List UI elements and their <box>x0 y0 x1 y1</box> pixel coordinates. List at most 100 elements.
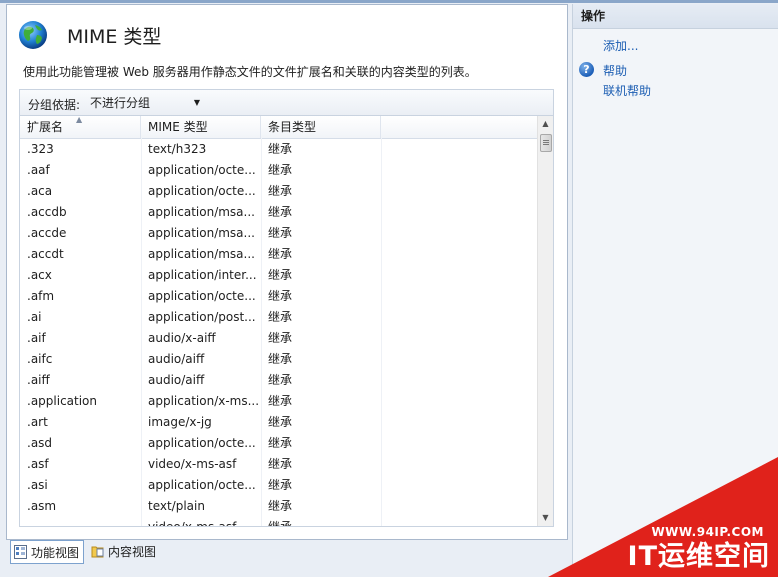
mime-type-cell: application/octe... <box>148 289 256 303</box>
extension-cell <box>20 517 141 526</box>
table-row[interactable]: .accdt application/msa... 继承 <box>20 244 538 265</box>
mime-type-cell: video/x-ms-asf <box>148 457 237 471</box>
mime-type-cell: application/msa... <box>148 205 255 219</box>
mime-type-cell: audio/x-aiff <box>148 331 216 345</box>
entry-type-cell: 继承 <box>268 226 293 240</box>
actions-header: 操作 <box>573 4 778 29</box>
table-row[interactable]: .aiff audio/aiff 继承 <box>20 370 538 391</box>
entry-type-cell: 继承 <box>268 205 293 219</box>
extension-cell: .accdt <box>27 247 64 261</box>
entry-type-cell: 继承 <box>268 373 293 387</box>
main-panel: MIME 类型 使用此功能管理被 Web 服务器用作静态文件的文件扩展名和关联的… <box>6 4 568 540</box>
column-header-mime-type[interactable]: MIME 类型 <box>141 116 261 138</box>
entry-type-cell: 继承 <box>268 394 293 408</box>
help-link[interactable]: 帮助 <box>603 62 627 79</box>
entry-type-cell: 继承 <box>268 415 293 429</box>
table-row[interactable]: .application application/x-ms... 继承 <box>20 391 538 412</box>
mime-type-cell: application/inter... <box>148 268 257 282</box>
entry-type-cell: 继承 <box>268 142 293 156</box>
mime-type-cell: image/x-jg <box>148 415 212 429</box>
group-by-selected-value: 不进行分组 <box>90 96 151 110</box>
page-header: MIME 类型 <box>17 15 161 55</box>
column-header-entry-type[interactable]: 条目类型 <box>261 116 381 138</box>
table-row[interactable]: .acx application/inter... 继承 <box>20 265 538 286</box>
extension-cell: .accdb <box>27 205 67 219</box>
mime-type-cell: audio/aiff <box>148 373 205 387</box>
vertical-scrollbar[interactable]: ▲ ▼ <box>537 116 553 526</box>
mime-type-cell: application/msa... <box>148 226 255 240</box>
content-view-icon <box>91 546 104 558</box>
mime-type-cell: text/h323 <box>148 142 207 156</box>
features-view-tab[interactable]: 功能视图 <box>10 540 85 564</box>
entry-type-cell: 继承 <box>268 289 293 303</box>
entry-type-cell: 继承 <box>268 457 293 471</box>
mime-type-cell: application/x-ms... <box>148 394 260 408</box>
table-row[interactable]: .accde application/msa... 继承 <box>20 223 538 244</box>
add-link[interactable]: 添加... <box>603 37 638 54</box>
entry-type-cell: 继承 <box>268 310 293 324</box>
sort-ascending-icon: ▲ <box>76 115 83 124</box>
extension-cell: .ai <box>27 310 42 324</box>
table-row[interactable]: .ai application/post... 继承 <box>20 307 538 328</box>
table-row[interactable]: .323 text/h323 继承 <box>20 139 538 160</box>
actions-pane: 操作 添加... ? 帮助 联机帮助 <box>572 4 778 577</box>
mime-type-cell: audio/aiff <box>148 352 205 366</box>
mime-type-cell: application/octe... <box>148 478 256 492</box>
entry-type-cell: 继承 <box>268 268 293 282</box>
table-header: 扩展名 ▲ MIME 类型 条目类型 <box>20 116 538 139</box>
column-header-extension[interactable]: 扩展名 ▲ <box>20 116 141 138</box>
table-row[interactable]: .aca application/octe... 继承 <box>20 181 538 202</box>
grip-line <box>543 140 549 141</box>
mime-type-cell: application/octe... <box>148 436 256 450</box>
mime-type-cell: application/msa... <box>148 247 255 261</box>
mime-type-cell: video/x-ms-asf <box>148 520 237 527</box>
content-view-label: 内容视图 <box>108 545 157 559</box>
entry-type-cell: 继承 <box>268 163 293 177</box>
entry-type-cell: 继承 <box>268 331 293 345</box>
table-row[interactable]: .asf video/x-ms-asf 继承 <box>20 454 538 475</box>
content-view-tab[interactable]: 内容视图 <box>88 540 160 564</box>
extension-cell: .aca <box>27 184 53 198</box>
window-top-border <box>0 0 778 3</box>
page-description: 使用此功能管理被 Web 服务器用作静态文件的文件扩展名和关联的内容类型的列表。 <box>23 65 477 79</box>
chevron-down-icon: ▼ <box>193 98 200 107</box>
mime-type-cell: application/octe... <box>148 163 256 177</box>
mime-type-cell: text/plain <box>148 499 205 513</box>
table-row[interactable]: .afm application/octe... 继承 <box>20 286 538 307</box>
entry-type-cell: 继承 <box>268 352 293 366</box>
table-row[interactable]: .asi application/octe... 继承 <box>20 475 538 496</box>
mime-type-cell: application/post... <box>148 310 256 324</box>
group-by-select[interactable]: 不进行分组 ▼ <box>88 93 204 113</box>
extension-cell: .asd <box>27 436 53 450</box>
scroll-up-arrow-icon[interactable]: ▲ <box>538 116 553 132</box>
entry-type-cell: 继承 <box>268 436 293 450</box>
extension-cell: .aaf <box>27 163 50 177</box>
table-row[interactable]: .asm text/plain 继承 <box>20 496 538 517</box>
table-row[interactable]: .aaf application/octe... 继承 <box>20 160 538 181</box>
extension-cell: .accde <box>27 226 67 240</box>
extension-cell: .application <box>27 394 98 408</box>
grip-line <box>543 144 549 145</box>
extension-cell: .asm <box>27 499 57 513</box>
scrollbar-thumb[interactable] <box>540 134 552 152</box>
entry-type-cell: 继承 <box>268 247 293 261</box>
entry-type-cell: 继承 <box>268 184 293 198</box>
entry-type-cell: 继承 <box>268 478 293 492</box>
group-by-toolbar: 分组依据: 不进行分组 ▼ <box>19 89 554 116</box>
table-row[interactable]: .art image/x-jg 继承 <box>20 412 538 433</box>
scroll-down-arrow-icon[interactable]: ▼ <box>538 510 553 526</box>
extension-cell: .asf <box>27 457 49 471</box>
features-view-label: 功能视图 <box>31 546 80 560</box>
table-row[interactable]: .aif audio/x-aiff 继承 <box>20 328 538 349</box>
extension-cell: .aif <box>27 331 46 345</box>
mime-types-table: 扩展名 ▲ MIME 类型 条目类型 .323 text/h323 继承 .aaf a… <box>19 115 554 527</box>
table-row[interactable]: video/x-ms-asf 继承 <box>20 517 538 527</box>
extension-cell: .acx <box>27 268 52 282</box>
table-row[interactable]: .asd application/octe... 继承 <box>20 433 538 454</box>
table-body: .323 text/h323 继承 .aaf application/octe... 继… <box>20 139 538 527</box>
online-help-link[interactable]: 联机帮助 <box>603 82 651 99</box>
table-row[interactable]: .aifc audio/aiff 继承 <box>20 349 538 370</box>
group-by-label: 分组依据: <box>28 98 81 112</box>
table-row[interactable]: .accdb application/msa... 继承 <box>20 202 538 223</box>
grip-line <box>543 142 549 143</box>
